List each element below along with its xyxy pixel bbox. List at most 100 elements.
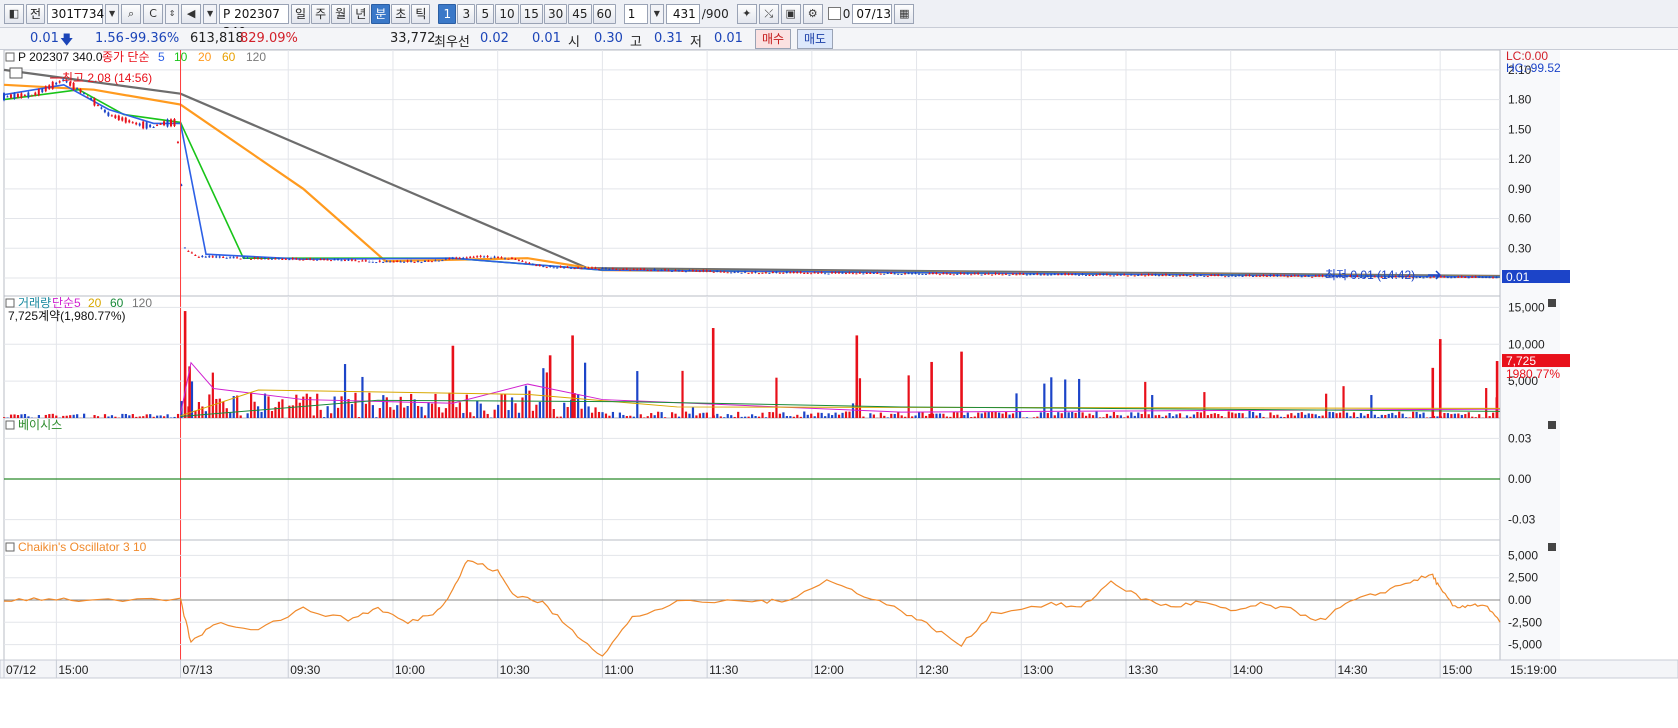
buy-button[interactable]: 매수 — [755, 29, 792, 49]
candle — [48, 85, 51, 89]
candle — [270, 258, 273, 260]
period-tab-3[interactable]: 년 — [351, 3, 371, 24]
interval-tab-5[interactable]: 5 — [476, 3, 495, 24]
speaker-dropdown-icon[interactable]: ▼ — [203, 3, 218, 24]
volume-bar — [1154, 415, 1157, 418]
candle — [375, 262, 378, 264]
period-tab-4[interactable]: 분 — [371, 3, 391, 24]
candle — [156, 124, 159, 126]
candle — [152, 127, 155, 129]
volume-pct: 829.09% — [240, 31, 298, 46]
candle — [681, 270, 684, 272]
candle — [138, 123, 141, 126]
candle — [225, 257, 228, 259]
candle — [1032, 274, 1035, 276]
period-tab-6[interactable]: 틱 — [411, 3, 431, 24]
chart-area[interactable]: 2.101.801.501.200.900.600.300.00%P 20230… — [0, 50, 1678, 728]
trend-tools-icon[interactable]: ⤯ — [758, 3, 779, 24]
candle — [924, 273, 927, 275]
search-icon[interactable]: ⌕ — [121, 3, 142, 24]
candle — [1460, 276, 1463, 278]
legend-box-icon — [5, 420, 15, 430]
volume-bar — [1436, 416, 1439, 418]
c-toggle-button[interactable]: C — [143, 3, 164, 24]
volume-bar — [883, 415, 886, 418]
candle — [1182, 275, 1185, 277]
candle — [1081, 273, 1084, 275]
candle — [657, 270, 660, 272]
interval-tab-1[interactable]: 1 — [438, 3, 457, 24]
candle — [333, 259, 336, 261]
candle — [549, 265, 552, 267]
volume-bar — [886, 417, 889, 418]
interval-tab-30[interactable]: 30 — [543, 3, 568, 24]
volume-bar — [813, 416, 816, 418]
candle — [1067, 273, 1070, 275]
date-input[interactable]: 07/13 — [852, 3, 893, 24]
unit-dropdown-icon[interactable]: ▼ — [649, 3, 664, 24]
candle — [1137, 275, 1140, 277]
period-tab-2[interactable]: 월 — [331, 3, 351, 24]
candle — [76, 88, 79, 90]
volume-bar — [1415, 411, 1418, 418]
chart-settings-icon[interactable]: ◧ — [4, 3, 24, 24]
drawing-tools-icon[interactable]: ✦ — [736, 3, 757, 24]
candle — [897, 273, 900, 275]
volume-bar — [580, 408, 583, 418]
interval-tab-15[interactable]: 15 — [519, 3, 543, 24]
candle — [636, 269, 639, 271]
volume-bar — [347, 399, 350, 418]
volume-bar — [410, 393, 413, 418]
volume-bar — [323, 417, 326, 418]
candle — [128, 120, 131, 123]
chart-svg[interactable]: 2.101.801.501.200.900.600.300.00%P 20230… — [0, 50, 1678, 728]
volume-bar — [1217, 414, 1220, 418]
volume-bar — [556, 416, 559, 418]
candle — [1304, 275, 1307, 277]
volume-bar — [584, 362, 587, 418]
period-tab-5[interactable]: 초 — [391, 3, 411, 24]
period-tab-0[interactable]: 일 — [291, 3, 311, 24]
period-tab-1[interactable]: 주 — [311, 3, 331, 24]
candle — [931, 273, 934, 275]
volume-bar — [1446, 413, 1450, 418]
stepper-icon[interactable]: ⇕ — [165, 3, 180, 24]
candle — [1050, 274, 1053, 276]
volume-bar — [517, 412, 521, 418]
volume-bar — [1175, 414, 1178, 418]
interval-tab-60[interactable]: 60 — [592, 3, 616, 24]
calendar-icon[interactable]: ▦ — [894, 3, 915, 24]
interval-tab-3[interactable]: 3 — [457, 3, 476, 24]
x-axis-label: 13:00 — [1023, 663, 1053, 677]
count-input[interactable]: 431 — [665, 3, 700, 24]
unit-select[interactable]: 1 — [623, 3, 648, 24]
candle — [1272, 275, 1275, 277]
volume-y-tick: 10,000 — [1508, 337, 1545, 351]
candle — [1064, 273, 1067, 275]
volume-bar — [1032, 417, 1036, 418]
volume-bar — [810, 413, 813, 418]
volume-bar — [977, 412, 980, 418]
candle — [872, 272, 875, 274]
interval-tab-10[interactable]: 10 — [495, 3, 519, 24]
volume-bar — [103, 414, 107, 418]
candle — [410, 260, 413, 262]
jeon-button[interactable]: 전 — [26, 3, 46, 24]
gear-icon[interactable]: ⚙ — [802, 3, 823, 24]
code-dropdown-icon[interactable]: ▼ — [105, 3, 120, 24]
instrument-name-field[interactable]: P 202307 340 — [219, 3, 290, 39]
volume-bar — [716, 413, 719, 418]
candle — [486, 256, 489, 258]
candle — [938, 274, 941, 276]
zero-checkbox[interactable] — [827, 7, 841, 20]
code-input[interactable]: 301T7340 — [47, 3, 112, 24]
candle — [1474, 276, 1477, 278]
speaker-icon[interactable]: ◀ — [181, 3, 202, 24]
save-icon[interactable]: ▣ — [780, 3, 801, 24]
interval-tab-45[interactable]: 45 — [568, 3, 592, 24]
candle — [590, 267, 593, 269]
candle — [1043, 274, 1046, 276]
low-label: 저 — [690, 35, 702, 50]
sell-button[interactable]: 매도 — [797, 29, 834, 49]
candle — [1450, 277, 1453, 279]
